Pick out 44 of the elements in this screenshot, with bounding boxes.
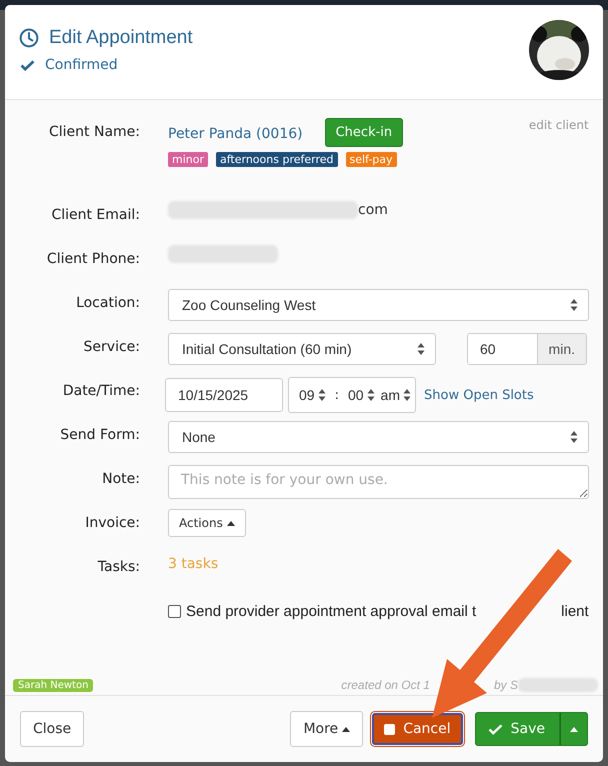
select-field[interactable]: None (168, 421, 589, 453)
cancel-button[interactable]: Cancel (372, 713, 463, 745)
select-field[interactable]: Initial Consultation (60 min) (168, 333, 436, 365)
field-label: Send Form: (60, 427, 140, 443)
more-button[interactable]: More (290, 711, 364, 747)
time-select[interactable]: am (380, 387, 411, 403)
created-text: created on Oct 1 (341, 678, 430, 692)
field-label: Invoice: (85, 515, 140, 531)
show-open-slots-link[interactable]: Show Open Slots (424, 388, 534, 402)
client-name-link[interactable]: Peter Panda (0016) (168, 126, 303, 142)
note-field[interactable]: This note is for your own use. (168, 465, 589, 499)
email-suffix: com (358, 202, 388, 218)
time-separator: : (334, 388, 339, 402)
check-in-button[interactable]: Check-in (324, 118, 404, 147)
close-button[interactable]: Close (20, 711, 84, 747)
client-tag: self-pay (346, 152, 397, 167)
field-label: Service: (84, 339, 140, 355)
actions-button[interactable]: Actions (168, 509, 246, 537)
select-value: Zoo Counseling West (182, 297, 316, 313)
status-text: Confirmed (45, 57, 118, 73)
time-value: 00 (348, 387, 364, 403)
checkbox-label: Send provider appointment approval email t (186, 603, 476, 620)
save-button[interactable]: Save (474, 712, 560, 746)
time-value: am (380, 387, 400, 403)
date-field[interactable]: 10/15/2025 (165, 378, 283, 412)
select-value: None (182, 429, 216, 445)
dialog-title: Edit Appointment (49, 27, 193, 49)
field-label: Client Phone: (46, 251, 140, 267)
select-field[interactable]: Zoo Counseling West (168, 289, 589, 321)
field-label: Location: (76, 295, 140, 311)
field-label: Date/Time: (62, 383, 140, 399)
select-value: Initial Consultation (60 min) (182, 341, 352, 357)
provider-tag: Sarah Newton (13, 678, 94, 692)
client-tag: minor (168, 152, 208, 167)
field-label: Client Email: (51, 207, 140, 223)
checkbox-label: lient (561, 603, 589, 620)
time-value: 09 (299, 387, 315, 403)
created-text: by S (494, 678, 518, 692)
time-select[interactable]: 09 (299, 387, 326, 403)
field-label: Tasks: (98, 559, 140, 575)
field-label: Client Name: (49, 124, 140, 140)
time-select[interactable]: 00 (348, 387, 375, 403)
client-tag: afternoons preferred (216, 152, 338, 167)
field-label: Note: (102, 471, 140, 487)
